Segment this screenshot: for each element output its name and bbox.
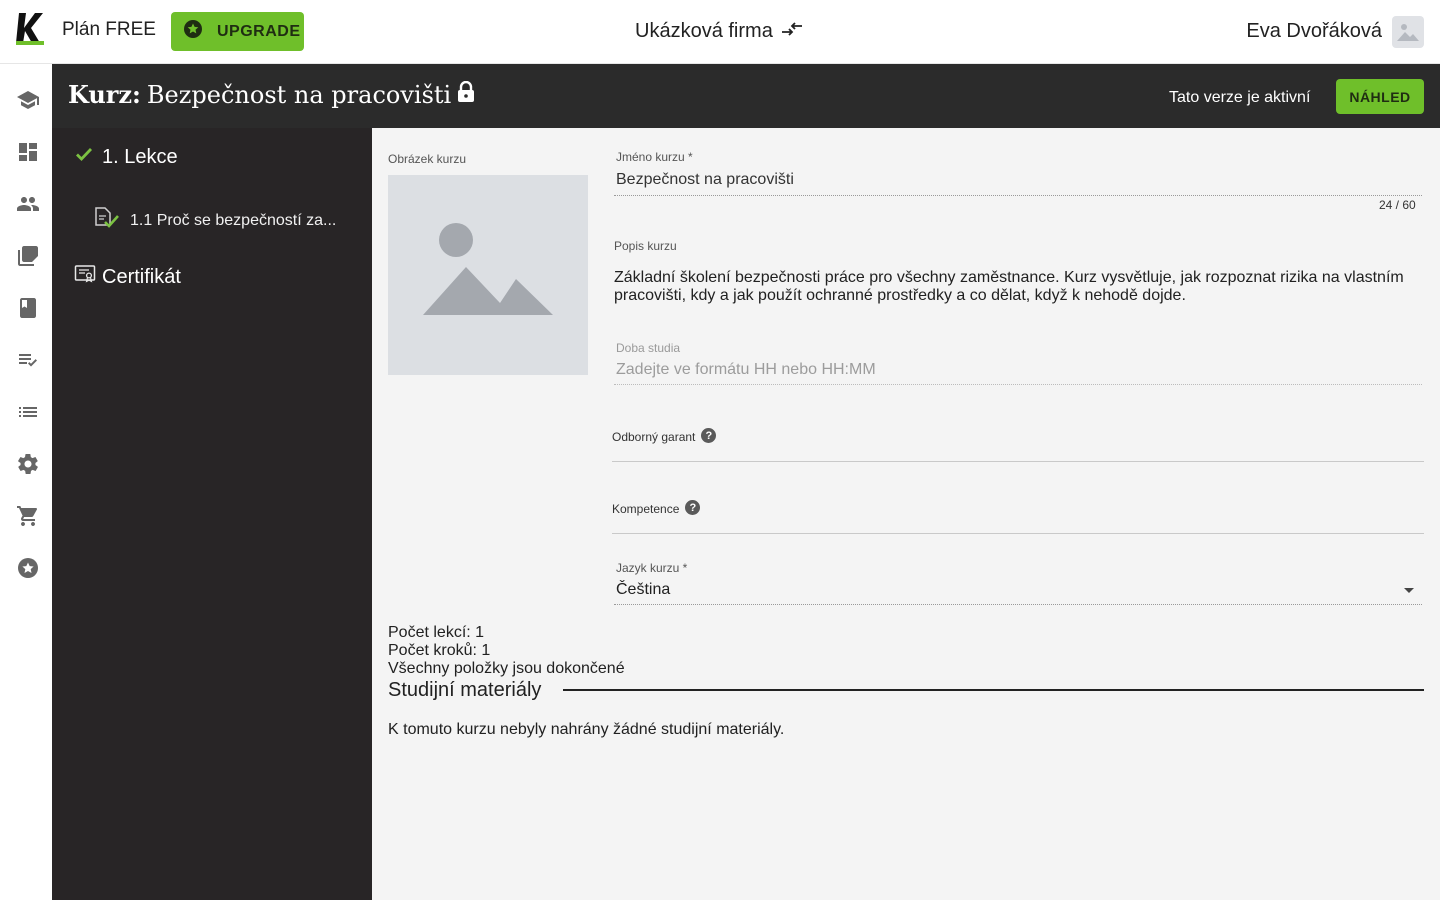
course-name-field[interactable]: Jméno kurzu * Bezpečnost na pracovišti <box>614 150 1422 196</box>
tree-item-certificate[interactable]: Certifikát <box>74 264 181 290</box>
course-image-placeholder[interactable] <box>388 175 588 375</box>
star-circle-icon <box>183 19 203 44</box>
lock-icon <box>457 80 475 109</box>
description-label: Popis kurzu <box>614 239 677 253</box>
garant-label: Odborný garant <box>612 430 696 444</box>
language-value: Čeština <box>616 581 671 598</box>
image-label: Obrázek kurzu <box>388 152 467 166</box>
list-icon[interactable] <box>16 400 40 424</box>
char-counter: 24 / 60 <box>1379 198 1416 212</box>
company-switcher[interactable]: Ukázková firma <box>635 20 803 43</box>
people-icon[interactable] <box>16 192 40 216</box>
user-name[interactable]: Eva Dvořáková <box>1246 20 1382 43</box>
section-divider <box>563 689 1424 691</box>
materials-empty-text: K tomuto kurzu nebyly nahrány žádné stud… <box>388 721 785 738</box>
description-field[interactable]: Základní školení bezpečnosti práce pro v… <box>614 269 1424 305</box>
settings-icon[interactable] <box>16 452 40 476</box>
tree-item-label: 1. Lekce <box>102 145 178 168</box>
course-name-label: Jméno kurzu * <box>616 150 693 164</box>
swap-icon <box>781 20 803 43</box>
course-stats: Počet lekcí: 1 Počet kroků: 1 Všechny po… <box>388 624 625 678</box>
checklist-icon[interactable] <box>16 348 40 372</box>
company-name: Ukázková firma <box>635 20 773 42</box>
lesson-count: Počet lekcí: 1 <box>388 624 485 641</box>
language-select[interactable]: Jazyk kurzu * Čeština <box>614 561 1422 605</box>
cart-icon[interactable] <box>16 504 40 528</box>
competence-field[interactable]: Kompetence ? <box>612 500 1424 534</box>
star-icon[interactable] <box>16 556 40 580</box>
library-icon[interactable] <box>16 244 40 268</box>
duration-field[interactable]: Doba studia Zadejte ve formátu HH nebo H… <box>614 341 1422 385</box>
tree-item-step[interactable]: 1.1 Proč se bezpečností za... <box>94 206 336 235</box>
school-icon[interactable] <box>16 88 40 112</box>
duration-placeholder: Zadejte ve formátu HH nebo HH:MM <box>616 361 876 378</box>
certificate-icon <box>74 264 96 290</box>
help-icon[interactable]: ? <box>685 500 701 515</box>
completion-status: Všechny položky jsou dokončené <box>388 660 625 677</box>
garant-field[interactable]: Odborný garant ? <box>612 428 1424 462</box>
tree-item-lesson[interactable]: 1. Lekce <box>74 144 178 170</box>
avatar[interactable] <box>1392 16 1424 48</box>
language-label: Jazyk kurzu * <box>616 561 688 575</box>
app-logo[interactable] <box>16 12 46 46</box>
course-header: Kurz: Bezpečnost na pracovišti Tato verz… <box>52 64 1440 128</box>
nav-rail <box>0 64 52 900</box>
tree-item-label: 1.1 Proč se bezpečností za... <box>130 211 337 229</box>
check-icon <box>74 144 94 170</box>
upgrade-button[interactable]: UPGRADE <box>171 12 304 51</box>
course-name-value: Bezpečnost na pracovišti <box>616 171 794 188</box>
book-icon[interactable] <box>16 296 40 320</box>
page-title: Kurz: Bezpečnost na pracovišti <box>68 80 475 109</box>
top-bar: Plán FREE UPGRADE Ukázková firma Eva Dvo… <box>0 0 1440 64</box>
tree-item-label: Certifikát <box>102 265 181 288</box>
version-status: Tato verze je aktivní <box>1169 89 1311 106</box>
duration-label: Doba studia <box>616 341 681 355</box>
course-form: Obrázek kurzu Jméno kurzu * Bezpečnost n… <box>372 128 1440 900</box>
chevron-down-icon <box>1404 588 1414 593</box>
step-count: Počet kroků: 1 <box>388 642 491 659</box>
preview-button[interactable]: NÁHLED <box>1336 79 1424 114</box>
title-prefix: Kurz: <box>68 80 141 109</box>
upgrade-label: UPGRADE <box>217 22 301 40</box>
competence-label: Kompetence <box>612 502 680 516</box>
dashboard-icon[interactable] <box>16 140 40 164</box>
course-tree: 1. Lekce 1.1 Proč se bezpečností za... C… <box>52 128 372 900</box>
materials-title: Studijní materiály <box>388 679 542 701</box>
plan-label: Plán FREE <box>62 19 156 40</box>
help-icon[interactable]: ? <box>701 428 717 443</box>
course-title: Bezpečnost na pracovišti <box>146 80 452 109</box>
document-check-icon <box>94 206 120 235</box>
